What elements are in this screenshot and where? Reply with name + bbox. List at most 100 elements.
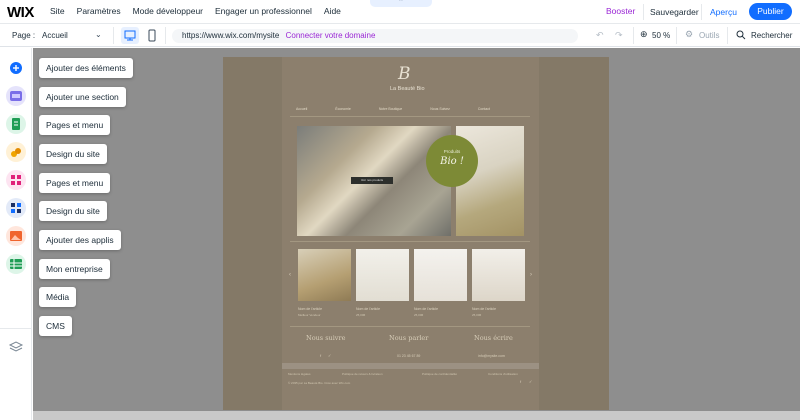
search-button[interactable]: Rechercher [751,31,792,40]
footer-link[interactable]: Politique de retours & livraison [342,372,383,376]
zoom-icon[interactable]: ⊕ [640,29,648,40]
chevron-right-icon[interactable]: › [530,272,532,278]
pages-menu-button[interactable] [6,114,26,134]
collapse-toolbar-tab[interactable]: ⌃ [370,0,432,7]
site-design-button[interactable] [6,142,26,162]
site-nav-item[interactable]: Nous Suivez [430,107,450,111]
cms-icon [10,259,22,269]
panel-add-section[interactable]: Ajouter une section [39,87,126,107]
product-name[interactable]: Nom de l'article [472,307,496,311]
publish-button[interactable]: Publier [749,3,792,20]
footer-link[interactable]: Politique de confidentialité [422,372,457,376]
site-nav-item[interactable]: Notre Boutique [379,107,402,111]
save-button[interactable]: Sauvegarder [650,7,699,17]
footer-copyright: © 2035 par La Beauté Bio. Créé avec Wix.… [288,381,351,385]
product-name[interactable]: Nom de l'article [356,307,380,311]
footer-heading-follow: Nous suivre [306,334,346,342]
twitter-icon[interactable]: ✓ [328,353,331,358]
cms-button[interactable] [6,254,26,274]
chevron-left-icon[interactable]: ‹ [289,272,291,278]
top-bar: WIX Site Paramètres Mode développeur Eng… [0,0,800,24]
panel-site-design[interactable]: Design du site [39,201,107,221]
footer-heading-call: Nous parler [389,334,429,342]
menu-mode-developpeur[interactable]: Mode développeur [133,6,203,16]
facebook-icon[interactable]: f [520,379,521,384]
divider [0,328,32,329]
panel-add-apps[interactable]: Ajouter des applis [39,230,121,250]
badge-top-text: Produits [443,149,461,154]
design-icon [11,148,21,157]
chevron-down-icon[interactable]: ⌄ [95,30,102,39]
plus-icon [10,62,22,74]
app-market-button[interactable] [6,198,26,218]
connect-domain-link[interactable]: Connecter votre domaine [286,31,376,40]
site-nav-item[interactable]: Accueil [296,107,307,111]
booster-link[interactable]: Booster [606,6,635,16]
divider [290,326,530,327]
add-elements-button[interactable] [6,58,26,78]
apps-button[interactable] [6,170,26,190]
organic-badge[interactable]: Produits Bio ! [426,135,478,187]
site-title[interactable]: La Beauté Bio [390,86,425,92]
page-selector[interactable]: Accueil [42,31,68,40]
menu-site[interactable]: Site [50,6,65,16]
product-image-1[interactable] [298,249,351,301]
panel-pages-menu[interactable]: Pages et menu [39,115,111,135]
site-url-bar[interactable]: https://www.wix.com/mysite Connecter vot… [172,29,578,43]
product-name[interactable]: Nom de l'article [414,307,438,311]
divider [113,27,114,44]
site-nav-item[interactable]: Économie [335,107,351,111]
desktop-view-button[interactable] [121,27,139,44]
menu-parametres[interactable]: Paramètres [77,6,121,16]
product-image-4[interactable] [472,249,525,301]
twitter-icon[interactable]: ✓ [529,379,532,384]
mobile-view-button[interactable] [145,27,159,44]
layers-button[interactable] [6,336,26,356]
divider [633,27,634,44]
undo-icon[interactable]: ↶ [596,30,604,41]
site-nav-item[interactable]: Contact [478,107,490,111]
panel-my-business[interactable]: Mon entreprise [39,259,110,279]
mobile-icon [148,29,156,42]
footer-email[interactable]: info@mysite.com [478,354,505,358]
desktop-icon [124,30,136,41]
media-button[interactable] [6,226,26,246]
product-image-3[interactable] [414,249,467,301]
panel-add-elements[interactable]: Ajouter des éléments [39,58,133,78]
panel-cms[interactable]: CMS [39,316,72,336]
product-name[interactable]: Nom de l'article [298,307,322,311]
divider [290,116,530,117]
search-icon[interactable] [736,30,746,40]
tools-icon: ⚙ [685,29,694,39]
view-products-button[interactable]: Voir nos produits [351,177,393,184]
add-section-button[interactable] [6,86,26,106]
redo-icon[interactable]: ↷ [615,30,623,41]
apps-icon [11,175,21,185]
menu-aide[interactable]: Aide [324,6,341,16]
wix-logo[interactable]: WIX [7,4,34,21]
footer-phone: 01 23 45 67 89 [397,354,421,358]
site-logo[interactable]: B [398,64,411,84]
preview-button[interactable]: Aperçu [710,7,737,17]
panel-site-design[interactable]: Design du site [39,144,107,164]
badge-bottom-text: Bio ! [440,156,464,167]
footer-link[interactable]: Conditions d'utilisation [488,372,518,376]
media-icon [10,231,22,241]
product-image-2[interactable] [356,249,409,301]
page-label: Page : [12,31,36,40]
tools-button[interactable]: Outils [699,31,719,40]
panel-pages-menu[interactable]: Pages et menu [39,173,111,193]
divider [165,27,166,44]
zoom-level[interactable]: 50 % [652,31,670,40]
panel-media[interactable]: Média [39,287,77,307]
menu-engager-professionnel[interactable]: Engager un professionnel [215,6,312,16]
footer-link[interactable]: Mentions légales [288,372,311,376]
product-price: 25,00€ [472,313,482,317]
sections-icon [10,91,22,101]
app-market-icon [11,203,21,213]
divider [701,4,702,20]
chevron-up-icon: ⌃ [398,0,404,6]
footer-band [282,363,539,369]
facebook-icon[interactable]: f [320,353,321,358]
layers-icon [8,341,24,352]
